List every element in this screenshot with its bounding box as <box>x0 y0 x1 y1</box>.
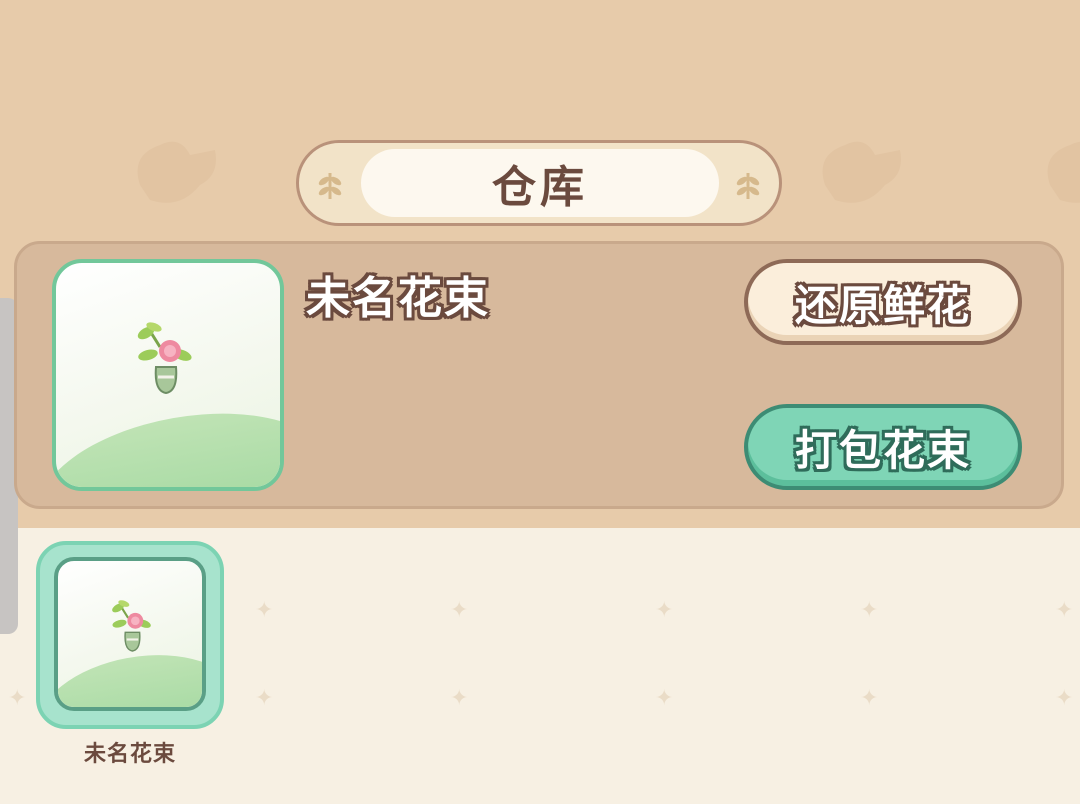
selected-item-name: 未名花束 <box>306 273 490 324</box>
pack-bouquet-button[interactable]: 打包花束 <box>744 404 1022 490</box>
leaf-ornament-icon <box>318 173 342 199</box>
selected-item-preview <box>52 259 284 491</box>
title-plate: 仓库 <box>361 149 719 217</box>
inventory-item[interactable] <box>36 541 224 729</box>
sparkle-icon: ✦ <box>450 598 469 623</box>
page-title: 仓库 <box>492 162 588 213</box>
inventory-item-slot <box>54 557 206 711</box>
sparkle-icon: ✦ <box>860 686 879 711</box>
inventory-item-label: 未名花束 <box>83 742 176 767</box>
slot-wave-decoration <box>56 392 280 487</box>
sparkle-icon: ✦ <box>860 598 879 623</box>
sparkle-icon: ✦ <box>655 686 674 711</box>
cup-motif-icon <box>137 141 216 203</box>
leaf-ornament-icon <box>736 173 760 199</box>
restore-flowers-button[interactable]: 还原鲜花 <box>744 259 1022 345</box>
sparkle-icon: ✦ <box>255 598 274 623</box>
sparkle-icon: ✦ <box>655 598 674 623</box>
flower-vase-icon <box>137 322 192 395</box>
sparkle-icon: ✦ <box>1055 686 1074 711</box>
cup-motif-icon <box>1047 141 1080 203</box>
cup-motif-icon <box>822 141 901 203</box>
sparkle-icon: ✦ <box>255 686 274 711</box>
sparkle-icon: ✦ <box>1055 598 1074 623</box>
sparkle-icon: ✦ <box>450 686 469 711</box>
flower-vase-icon <box>112 600 151 652</box>
sparkle-icon: ✦ <box>8 686 27 711</box>
title-banner: 仓库 <box>296 140 782 226</box>
